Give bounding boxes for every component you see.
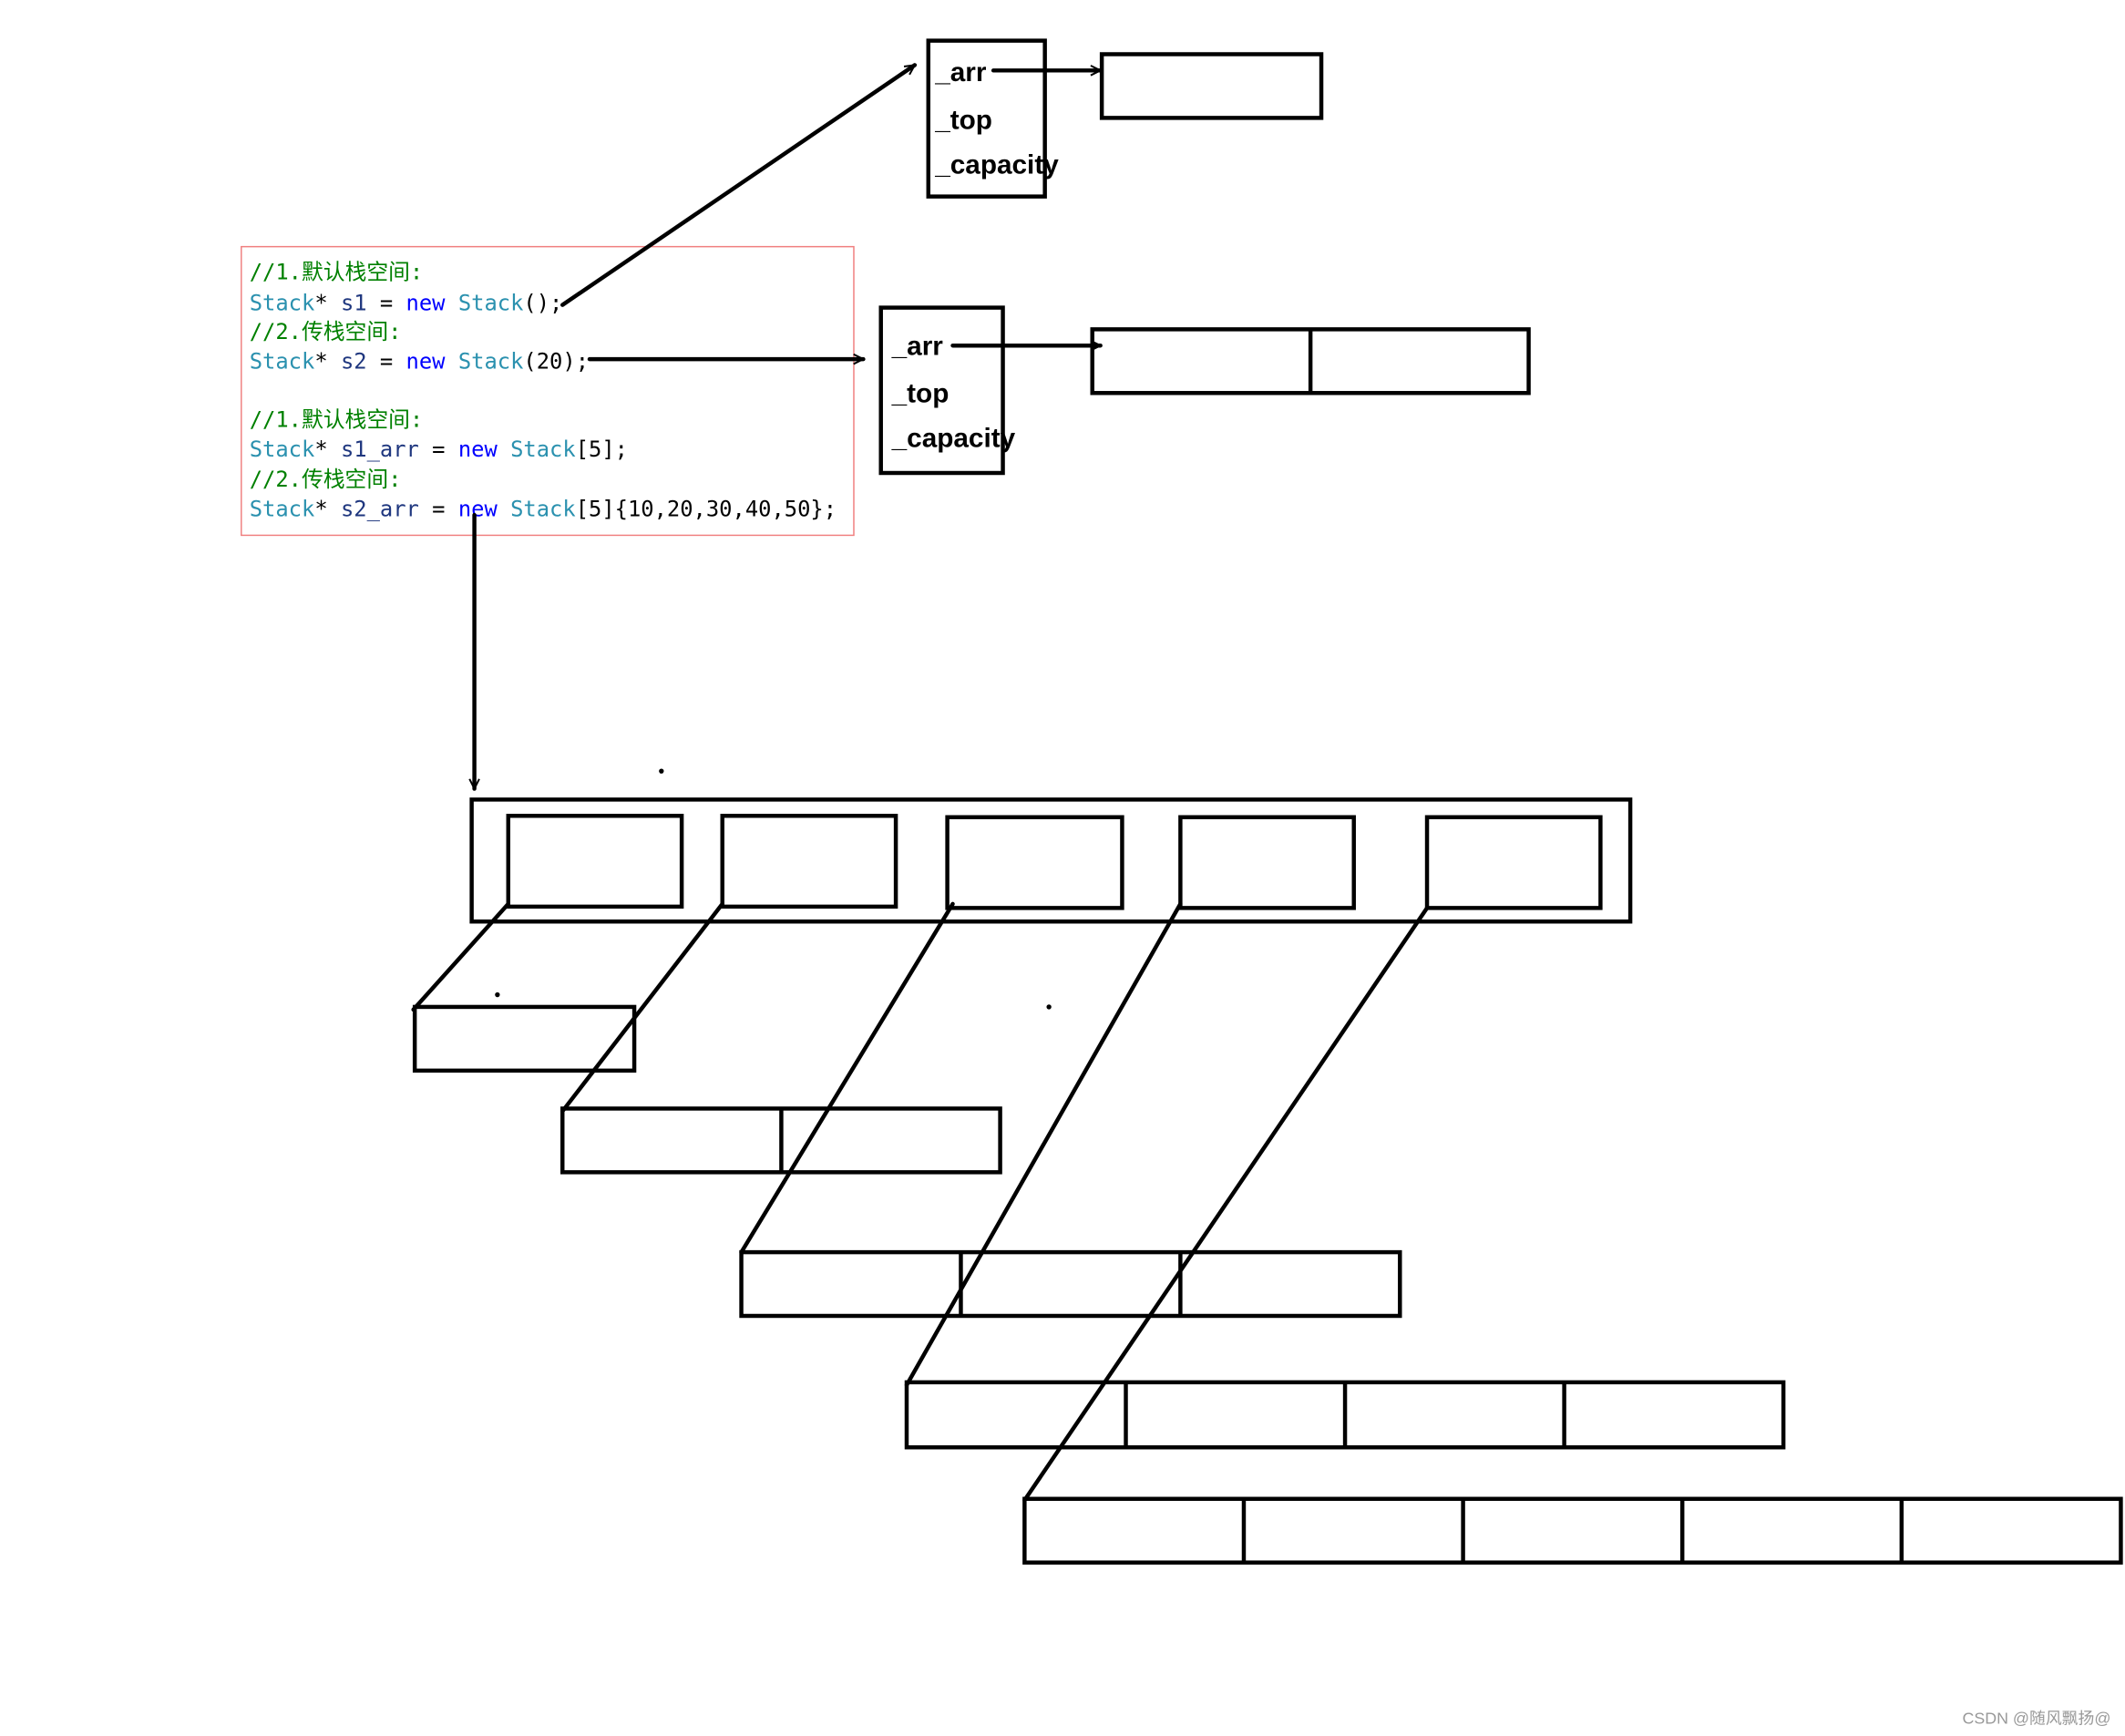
stack-element-5	[1424, 815, 1603, 910]
code-token: ();	[523, 291, 562, 316]
field-arr: _arr	[891, 332, 944, 362]
stray-dot	[495, 991, 500, 998]
code-token: //2.传栈空间:	[250, 319, 402, 344]
code-token: new	[406, 348, 447, 374]
watermark: CSDN @随风飘扬@	[1962, 1710, 2110, 1728]
code-token: s1_arr	[341, 437, 419, 462]
code-token: =	[367, 291, 406, 316]
pointer-line-3	[739, 901, 955, 1255]
code-snippet: //1.默认栈空间:Stack* s1 = new Stack();//2.传栈…	[250, 259, 837, 521]
code-line: Stack* s2 = new Stack(20);	[250, 348, 589, 374]
code-token: //2.传栈空间:	[250, 467, 402, 492]
element-array-block-5	[1022, 1496, 2123, 1565]
code-token: (20);	[523, 348, 589, 374]
code-token: *	[314, 497, 341, 522]
code-token: Stack	[510, 497, 576, 522]
stack-element-1	[506, 814, 684, 909]
code-token	[498, 497, 510, 522]
code-token: =	[419, 437, 458, 462]
code-token: Stack	[250, 437, 315, 462]
field-top: _top	[891, 379, 950, 409]
code-token: Stack	[458, 348, 524, 374]
code-line: Stack* s2_arr = new Stack[5]{10,20,30,40…	[250, 497, 837, 522]
code-token: //1.默认栈空间:	[250, 259, 424, 284]
code-token: *	[314, 437, 341, 462]
arrow-s1-to-object	[560, 63, 918, 307]
element-array-block-3	[739, 1249, 1402, 1319]
code-token	[446, 291, 458, 316]
code-token: Stack	[250, 497, 315, 522]
code-token: Stack	[510, 437, 576, 462]
code-line: Stack* s1_arr = new Stack[5];	[250, 437, 628, 462]
code-token	[446, 348, 458, 374]
code-token: =	[419, 497, 458, 522]
code-token: //1.默认栈空间:	[250, 406, 424, 432]
diagram-canvas: //1.默认栈空间:Stack* s1 = new Stack();//2.传栈…	[241, 38, 2123, 1728]
code-token: s2_arr	[341, 497, 419, 522]
code-line: //1.默认栈空间:	[250, 259, 424, 284]
code-line: //1.默认栈空间:	[250, 406, 424, 432]
code-token: [5];	[576, 437, 628, 462]
stray-dot	[659, 768, 664, 774]
code-token: *	[314, 291, 341, 316]
stray-dot	[1046, 1004, 1052, 1010]
code-token: s1	[341, 291, 367, 316]
code-token: [5]{10,20,30,40,50};	[576, 497, 837, 522]
field-top: _top	[934, 105, 992, 135]
field-capacity: _capacity	[934, 149, 1059, 180]
code-line: Stack* s1 = new Stack();	[250, 291, 563, 316]
stack-element-2	[720, 814, 898, 909]
code-token: Stack	[250, 291, 315, 316]
s1-array-block	[1099, 52, 1324, 120]
code-token: *	[314, 348, 341, 374]
pointer-line-5	[1022, 906, 1430, 1503]
code-line: //2.传栈空间:	[250, 319, 402, 344]
pointer-line-1	[411, 901, 510, 1012]
stack-element-4	[1178, 815, 1356, 910]
code-token	[498, 437, 510, 462]
code-token: Stack	[250, 348, 315, 374]
code-token: new	[406, 291, 447, 316]
pointer-line-4	[904, 901, 1183, 1388]
stack-element-3	[945, 815, 1124, 910]
code-line: //2.传栈空间:	[250, 467, 402, 492]
field-capacity: _capacity	[891, 424, 1016, 454]
code-token: =	[367, 348, 406, 374]
code-token: Stack	[458, 291, 524, 316]
code-token: new	[458, 437, 498, 462]
field-arr: _arr	[934, 57, 987, 87]
code-token: s2	[341, 348, 367, 374]
code-token: new	[458, 497, 498, 522]
